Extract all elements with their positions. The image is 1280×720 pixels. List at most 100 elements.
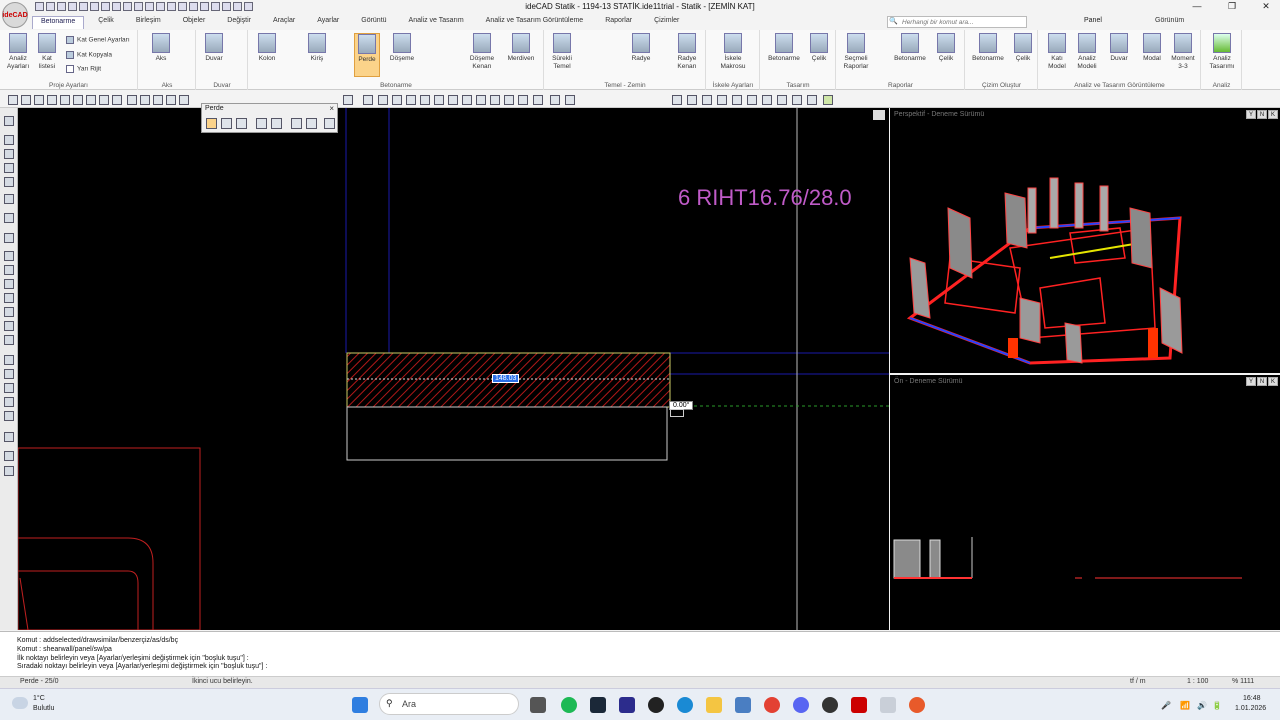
tab-ayarlar[interactable]: Ayarlar [309, 16, 347, 29]
radye-button[interactable]: Radye [629, 33, 653, 63]
arc-icon[interactable] [462, 95, 472, 105]
cut-icon[interactable] [112, 2, 121, 11]
area-tool-icon[interactable] [4, 369, 14, 379]
perde-toolbar[interactable]: Perde × [201, 103, 338, 133]
tasarim-betonarme-button[interactable]: Betonarme [764, 33, 804, 63]
align-icon[interactable] [291, 118, 302, 129]
yari-rijit-checkbox[interactable]: Yarı Rijit [66, 65, 101, 73]
list-tool-icon[interactable] [4, 383, 14, 393]
wall-section-icon[interactable] [271, 118, 282, 129]
start-icon[interactable] [352, 697, 368, 713]
ellipse-icon[interactable] [448, 95, 458, 105]
clock-time[interactable]: 16:48 [1243, 695, 1261, 702]
section-icon[interactable] [702, 95, 712, 105]
erase-icon[interactable] [99, 95, 109, 105]
hatch-icon[interactable] [490, 95, 500, 105]
undo-icon[interactable] [90, 2, 99, 11]
idecad-icon[interactable] [880, 697, 896, 713]
moment-3-3-button[interactable]: Moment 3-3 [1169, 33, 1197, 71]
app-logo[interactable]: ideCAD [2, 2, 28, 28]
new-file-icon[interactable] [35, 2, 44, 11]
grid-icon[interactable] [343, 95, 353, 105]
wall-options-icon[interactable] [236, 118, 247, 129]
select-icon[interactable] [73, 95, 83, 105]
taskbar-search[interactable]: Ara [379, 693, 519, 715]
modal-button[interactable]: Modal [1140, 33, 1164, 63]
polyline-icon[interactable] [420, 95, 430, 105]
analiz-tasarimi-button[interactable]: Analiz Tasarımı [1205, 33, 1239, 71]
layer-icon[interactable] [518, 95, 528, 105]
minimize-button[interactable]: — [1187, 1, 1207, 12]
autocad-icon[interactable] [851, 697, 867, 713]
kiris-button[interactable]: Kiriş [305, 33, 329, 63]
view-button[interactable]: Y [1246, 110, 1256, 119]
block-icon[interactable] [504, 95, 514, 105]
straight-wall-icon[interactable] [206, 118, 217, 129]
orbit-icon[interactable] [792, 95, 802, 105]
cizim-betonarme-button[interactable]: Betonarme [968, 33, 1008, 63]
measure-tool-icon[interactable] [4, 355, 14, 365]
tab-analiz-tasarim-goruntuleme[interactable]: Analiz ve Tasarım Görüntüleme [478, 16, 592, 29]
customize-icon[interactable] [244, 2, 253, 11]
tab-analiz-tasarim[interactable]: Analiz ve Tasarım [401, 16, 472, 29]
dimension-tool-icon[interactable] [4, 233, 14, 243]
pan-view-icon[interactable] [777, 95, 787, 105]
tasarim-celik-button[interactable]: Çelik [807, 33, 831, 63]
view-button[interactable]: K [1268, 110, 1278, 119]
settings-icon[interactable] [324, 118, 335, 129]
secmeli-raporlar-button[interactable]: Seçmeli Raporlar [839, 33, 873, 71]
volume-icon[interactable]: 🔊 [1197, 701, 1207, 710]
tab-cizimler[interactable]: Çizimler [646, 16, 687, 29]
circle-icon[interactable] [434, 95, 444, 105]
rapor-betonarme-button[interactable]: Betonarme [890, 33, 930, 63]
goruntuleme-duvar-button[interactable]: Duvar [1107, 33, 1131, 63]
view-button[interactable]: K [1268, 377, 1278, 386]
tab-objeler[interactable]: Objeler [175, 16, 214, 29]
chrome-icon[interactable] [764, 697, 780, 713]
perde-toolbar-close[interactable]: × [329, 104, 334, 113]
wifi-icon[interactable]: 📶 [1180, 701, 1190, 710]
lasso-icon[interactable] [86, 95, 96, 105]
tab-degistir[interactable]: Değiştir [219, 16, 259, 29]
line-icon[interactable] [406, 95, 416, 105]
snap-icon[interactable] [189, 2, 198, 11]
mirror-icon[interactable] [222, 2, 231, 11]
surekli-temel-button[interactable]: Sürekli Temel [548, 33, 576, 71]
openai-icon[interactable] [822, 697, 838, 713]
block-tool-icon[interactable] [4, 279, 14, 289]
tab-celik[interactable]: Çelik [90, 16, 122, 29]
column-tool-icon[interactable] [4, 411, 14, 421]
discord-icon[interactable] [793, 697, 809, 713]
align-center-icon[interactable] [156, 2, 165, 11]
file-explorer-icon[interactable] [706, 697, 722, 713]
render-icon[interactable] [747, 95, 757, 105]
task-view-icon[interactable] [530, 697, 546, 713]
pointer-icon[interactable] [178, 2, 187, 11]
tab-araclar[interactable]: Araçlar [265, 16, 303, 29]
view-3d-icon[interactable] [732, 95, 742, 105]
command-window[interactable]: Komut : addselected/drawsimilar/benzerçi… [0, 631, 1280, 676]
battery-icon[interactable]: 🔋 [1212, 701, 1222, 710]
expand-icon[interactable] [4, 466, 14, 476]
table-tool-icon[interactable] [4, 293, 14, 303]
brush-icon[interactable] [60, 95, 70, 105]
gear-icon[interactable] [4, 335, 14, 345]
elevation-icon[interactable] [717, 95, 727, 105]
polar-icon[interactable] [4, 213, 14, 223]
binoculars-icon[interactable] [4, 451, 14, 461]
app-icon[interactable] [735, 697, 751, 713]
dimension-input[interactable]: 148.03 [492, 374, 520, 383]
kati-model-button[interactable]: Katı Model [1043, 33, 1071, 71]
perde-button[interactable]: Perde [354, 33, 380, 77]
close-button[interactable]: ✕ [1256, 1, 1276, 12]
refresh-icon[interactable] [565, 95, 575, 105]
camera-icon[interactable] [762, 95, 772, 105]
front-view[interactable]: Ön - Deneme Sürümü YNK [890, 375, 1280, 630]
paste-icon[interactable] [134, 2, 143, 11]
tab-raporlar[interactable]: Raporlar [597, 16, 640, 29]
select-tool-icon[interactable] [4, 116, 14, 126]
move-icon[interactable] [200, 2, 209, 11]
grid-icon[interactable] [4, 177, 14, 187]
kolon-button[interactable]: Kolon [255, 33, 279, 63]
perspective-view[interactable]: Perspektif - Deneme Sürümü YNK [890, 108, 1280, 373]
